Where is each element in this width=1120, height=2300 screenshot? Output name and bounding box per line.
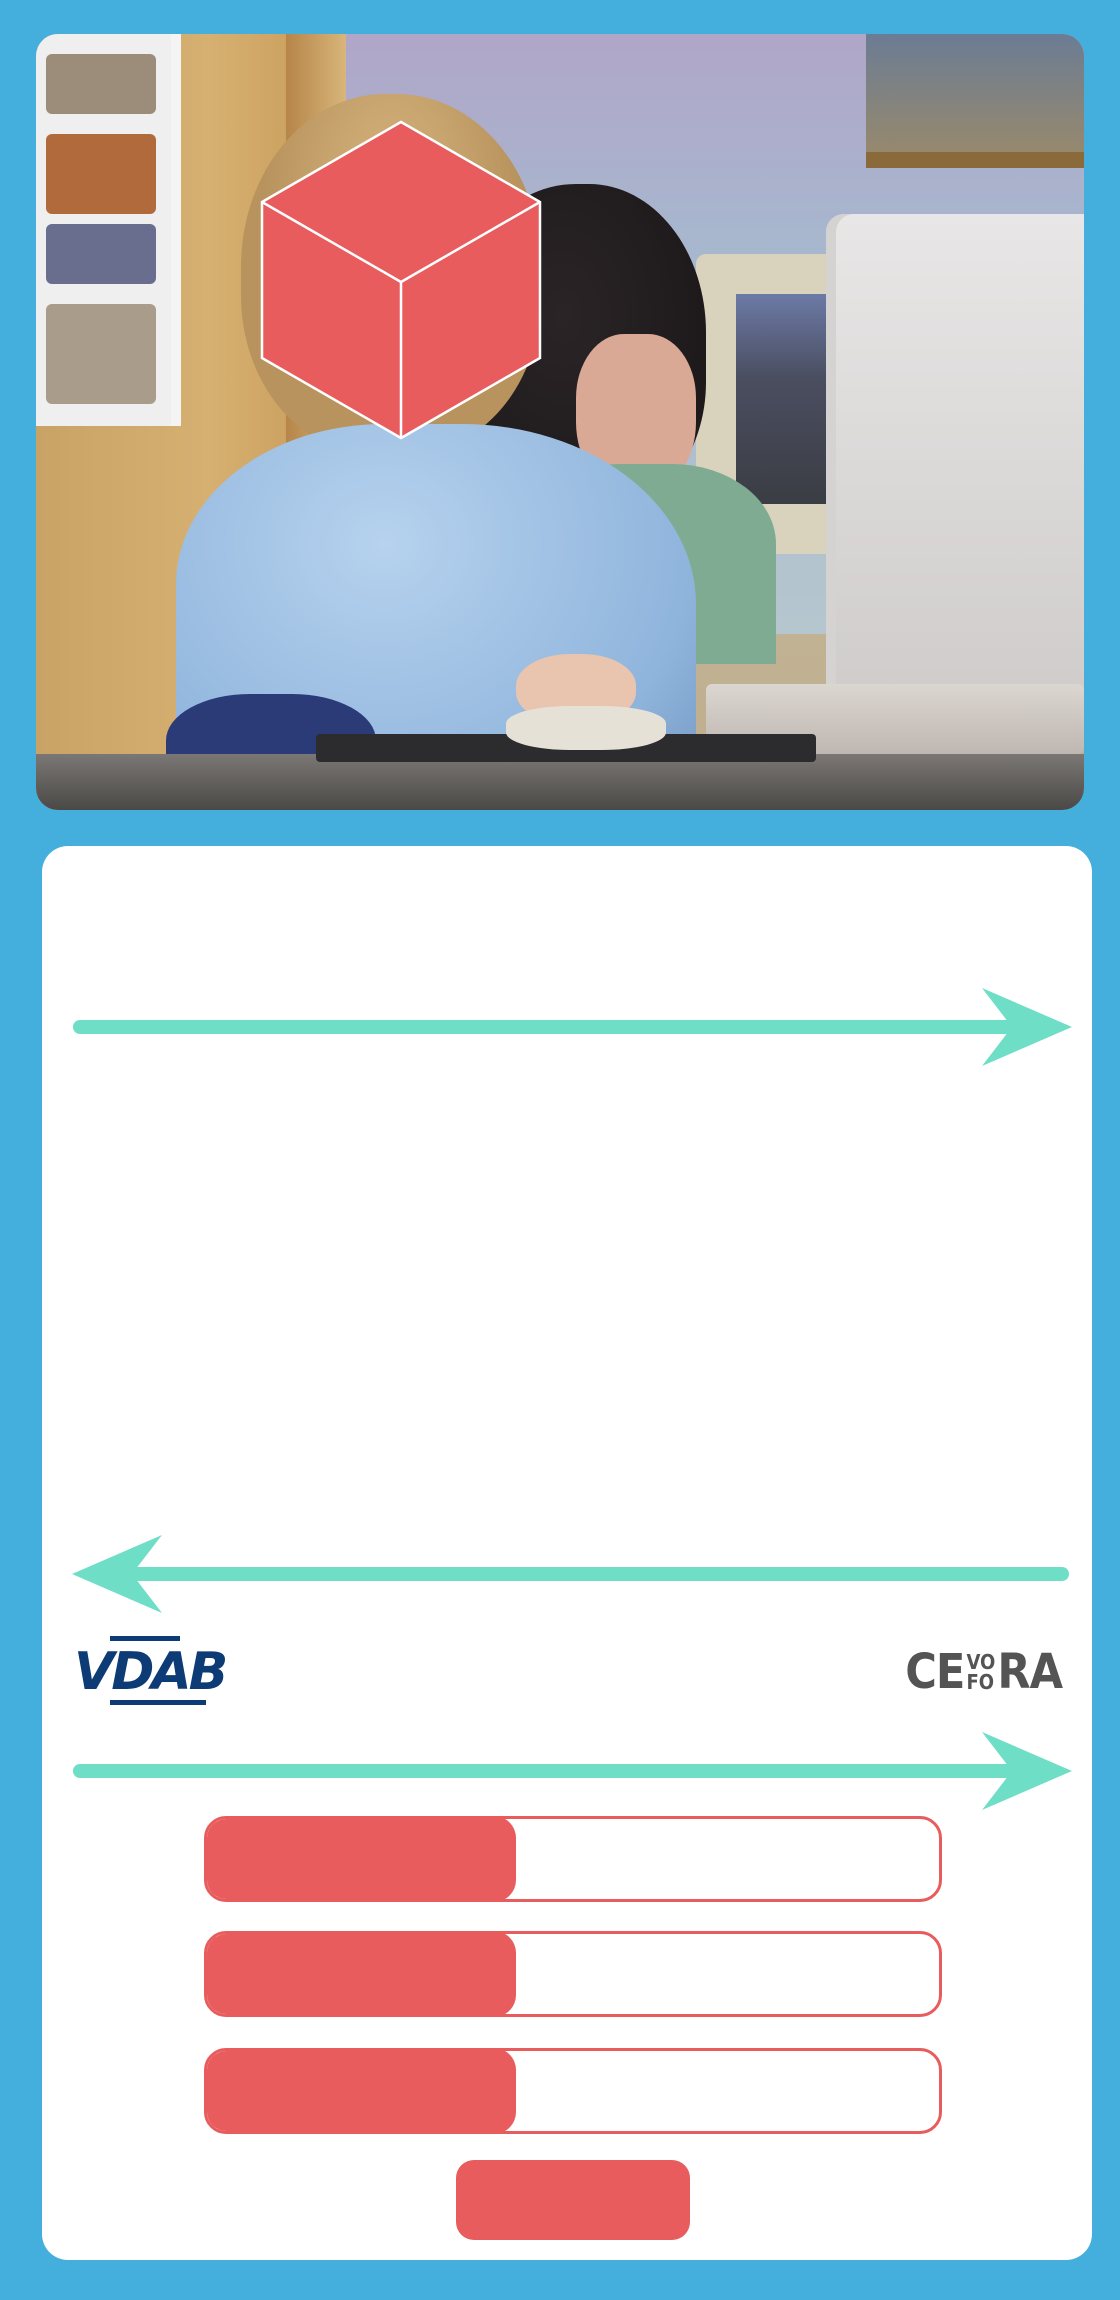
cevora-logo-left: CE bbox=[905, 1644, 965, 1700]
photo-bookshelf bbox=[866, 34, 1084, 164]
cevora-logo: CE VO FO RA bbox=[905, 1642, 1063, 1702]
photo-monitor-front bbox=[826, 214, 1084, 714]
arrow-right-icon bbox=[73, 988, 1072, 1066]
vdab-logo-bar-top bbox=[110, 1636, 180, 1641]
form-field-3 bbox=[204, 2048, 942, 2134]
form-field-1-label bbox=[207, 1819, 516, 1899]
form-field-3-label bbox=[207, 2051, 516, 2131]
form-field-2-label bbox=[207, 1934, 516, 2014]
content-panel: VDAB CE VO FO RA bbox=[42, 846, 1092, 2260]
vdab-logo-bar-bottom bbox=[110, 1700, 206, 1705]
submit-button[interactable] bbox=[456, 2160, 690, 2240]
vdab-logo-text: VDAB bbox=[74, 1642, 228, 1702]
form-field-1 bbox=[204, 1816, 942, 1902]
form-field-2-input[interactable] bbox=[525, 1940, 929, 2010]
arrow-left-icon bbox=[72, 1535, 1069, 1613]
cube-icon bbox=[260, 120, 542, 440]
hero-photo bbox=[36, 34, 1084, 810]
cevora-logo-bottom: FO bbox=[966, 1670, 995, 1694]
form-field-1-input[interactable] bbox=[525, 1825, 929, 1895]
arrow-right-icon bbox=[73, 1732, 1072, 1810]
photo-shelf-board bbox=[866, 152, 1084, 168]
vdab-logo: VDAB bbox=[72, 1636, 232, 1706]
photo-desk bbox=[36, 754, 1084, 810]
photo-mouse bbox=[506, 706, 666, 750]
form-field-2 bbox=[204, 1931, 942, 2017]
form-field-3-input[interactable] bbox=[525, 2057, 929, 2127]
cevora-logo-right: RA bbox=[997, 1644, 1063, 1700]
cevora-logo-stack: VO FO bbox=[966, 1652, 995, 1692]
photo-poster bbox=[36, 34, 181, 426]
cevora-logo-top: VO bbox=[966, 1650, 996, 1674]
